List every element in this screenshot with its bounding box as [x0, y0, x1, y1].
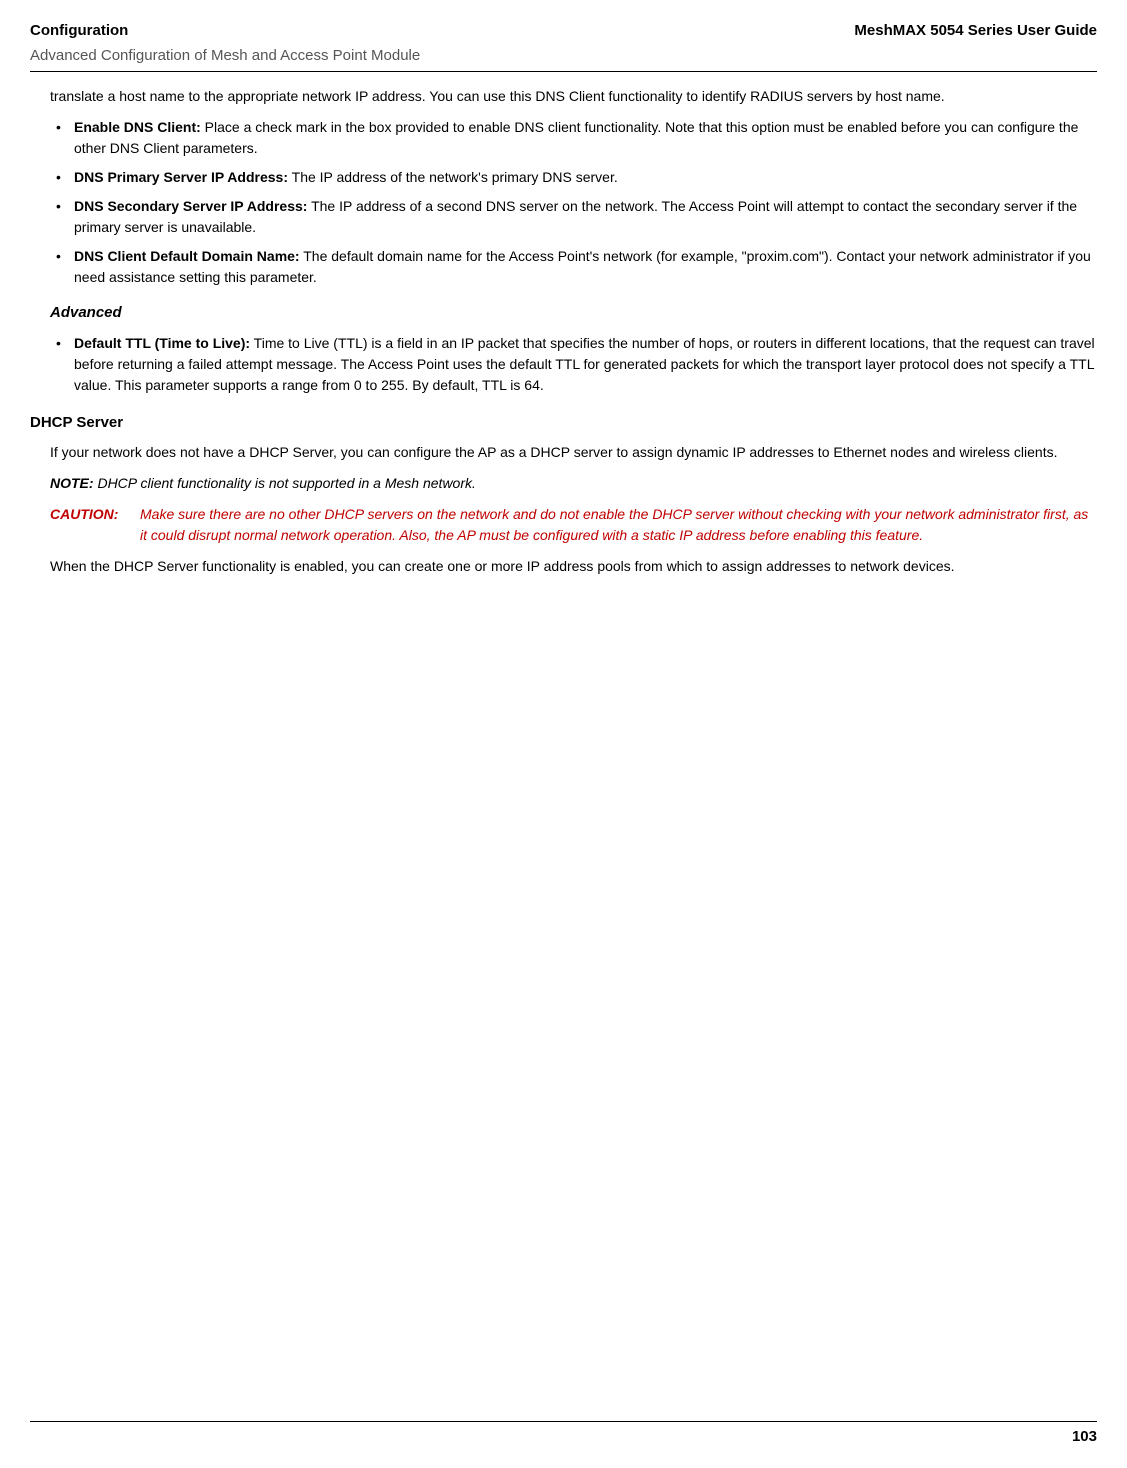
- bullet-bold-lead: DNS Client Default Domain Name:: [74, 248, 300, 264]
- intro-paragraph: translate a host name to the appropriate…: [50, 86, 1097, 107]
- bullet-bold-lead: Enable DNS Client:: [74, 119, 201, 135]
- note-text: DHCP client functionality is not support…: [94, 475, 476, 491]
- list-item: DNS Primary Server IP Address: The IP ad…: [50, 167, 1097, 188]
- advanced-heading: Advanced: [50, 302, 1097, 325]
- header-title-left: Configuration: [30, 20, 128, 43]
- list-item: Default TTL (Time to Live): Time to Live…: [50, 333, 1097, 396]
- list-item: DNS Secondary Server IP Address: The IP …: [50, 196, 1097, 238]
- note-label: NOTE:: [50, 475, 94, 491]
- list-item: DNS Client Default Domain Name: The defa…: [50, 246, 1097, 288]
- bullet-bold-lead: DNS Secondary Server IP Address:: [74, 198, 307, 214]
- bullet-text: The IP address of the network's primary …: [288, 169, 618, 185]
- dhcp-paragraph-2: When the DHCP Server functionality is en…: [50, 556, 1097, 577]
- page-header: Configuration MeshMAX 5054 Series User G…: [30, 20, 1097, 43]
- bullet-text: Place a check mark in the box provided t…: [74, 119, 1078, 156]
- caution-text: Make sure there are no other DHCP server…: [140, 504, 1097, 546]
- advanced-bullet-list: Default TTL (Time to Live): Time to Live…: [50, 333, 1097, 396]
- page-content: translate a host name to the appropriate…: [30, 86, 1097, 577]
- footer-divider: [30, 1421, 1097, 1422]
- page-number: 103: [30, 1426, 1097, 1449]
- header-title-right: MeshMAX 5054 Series User Guide: [854, 20, 1097, 43]
- dhcp-paragraph-1: If your network does not have a DHCP Ser…: [50, 442, 1097, 463]
- note-block: NOTE: DHCP client functionality is not s…: [50, 473, 1097, 494]
- dhcp-server-heading: DHCP Server: [30, 412, 1097, 435]
- bullet-bold-lead: DNS Primary Server IP Address:: [74, 169, 288, 185]
- header-subtitle: Advanced Configuration of Mesh and Acces…: [30, 45, 1097, 68]
- list-item: Enable DNS Client: Place a check mark in…: [50, 117, 1097, 159]
- caution-label: CAUTION:: [50, 504, 140, 546]
- header-divider: [30, 71, 1097, 72]
- dns-bullet-list: Enable DNS Client: Place a check mark in…: [50, 117, 1097, 288]
- page-footer: 103: [30, 1421, 1097, 1449]
- caution-block: CAUTION: Make sure there are no other DH…: [50, 504, 1097, 546]
- bullet-bold-lead: Default TTL (Time to Live):: [74, 335, 250, 351]
